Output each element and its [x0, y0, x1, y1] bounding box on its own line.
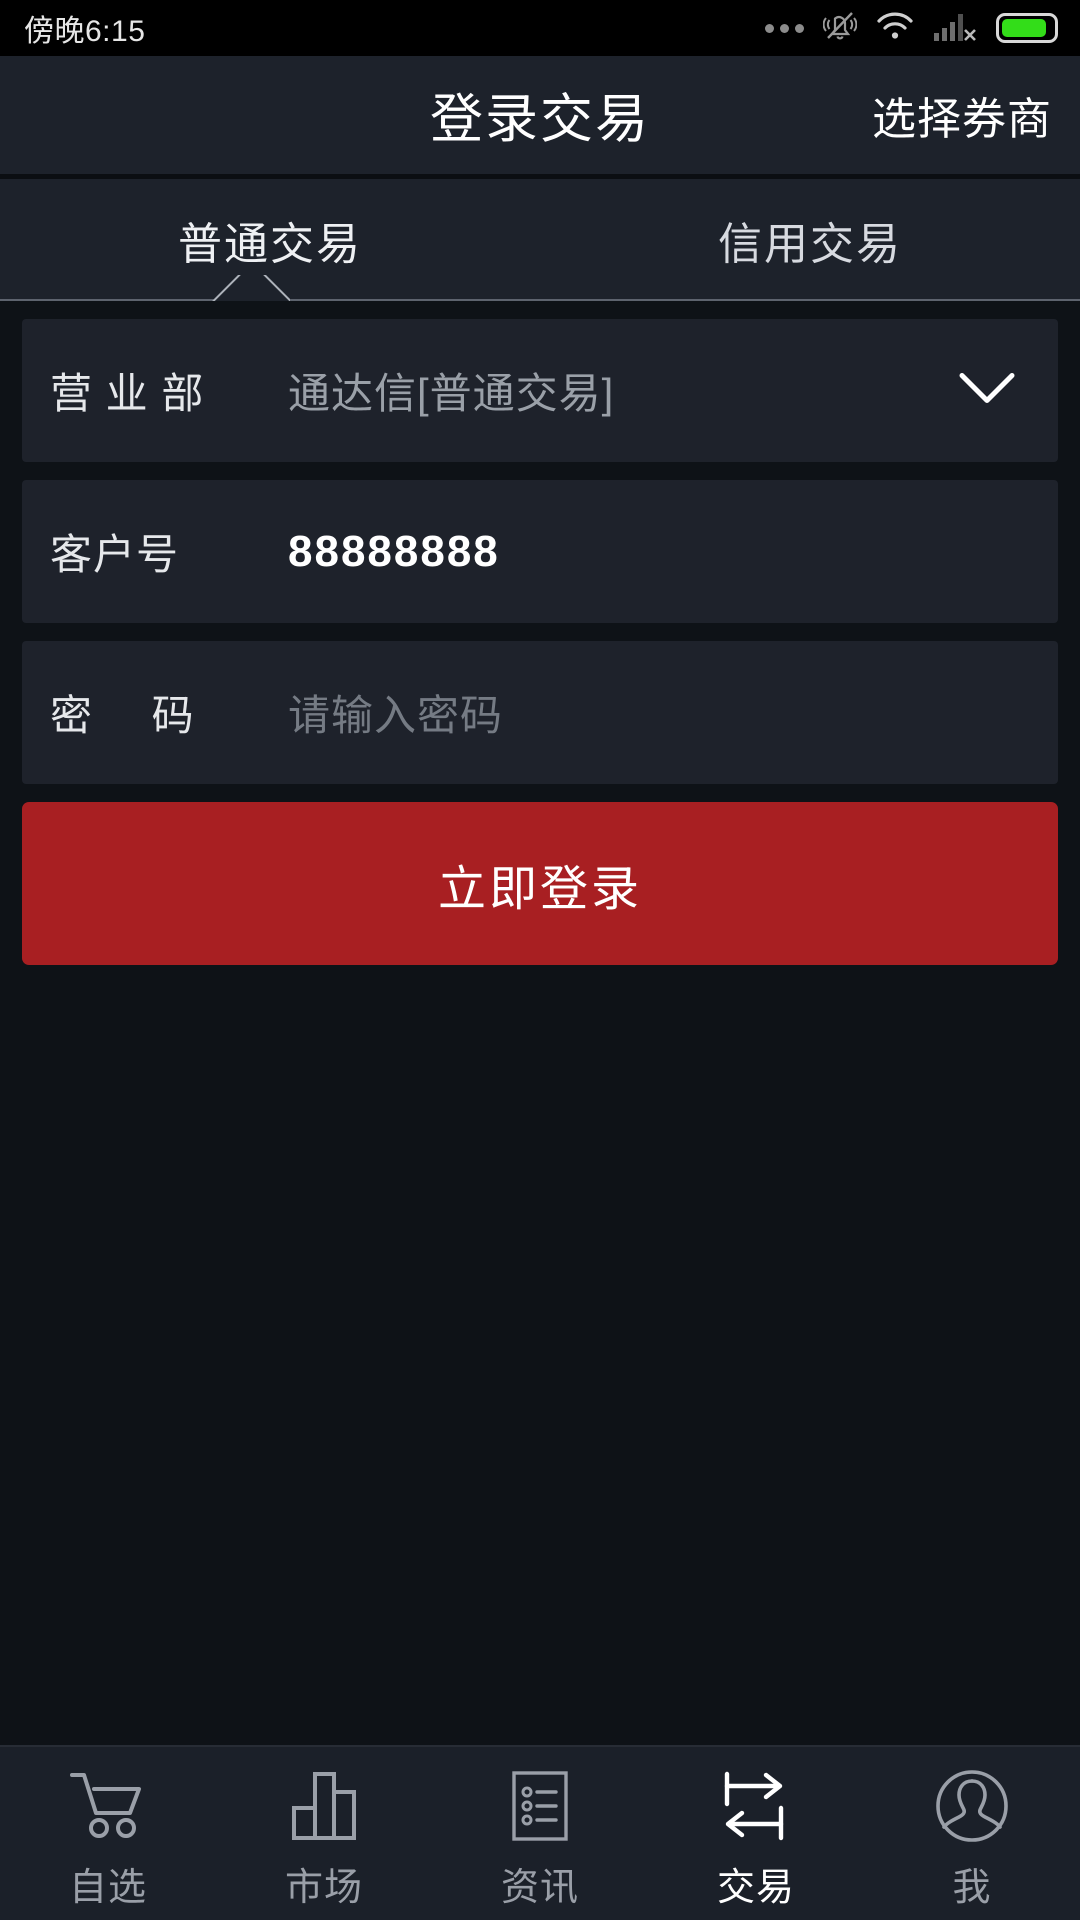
page-title: 登录交易 [430, 90, 650, 149]
branch-select-row[interactable]: 营 业 部 通达信[普通交易] [22, 319, 1058, 462]
nav-label-news: 资讯 [500, 1867, 579, 1909]
password-input[interactable]: 请输入密码 [288, 682, 503, 743]
more-dots-icon [765, 23, 804, 33]
status-time: 傍晚6:15 [24, 15, 146, 48]
app-header: 登录交易 选择券商 [0, 56, 1080, 174]
user-avatar-icon [934, 1767, 1010, 1845]
login-form: 营 业 部 通达信[普通交易] 客户号 88888888 密 码 请输入密码 [0, 301, 1080, 784]
branch-value: 通达信[普通交易] [288, 370, 615, 417]
password-label: 密 码 [50, 692, 218, 739]
client-number-input[interactable]: 88888888 [288, 527, 500, 577]
bell-muted-icon [822, 8, 858, 49]
status-bar: 傍晚6:15 [0, 0, 1080, 56]
nav-label-trade: 交易 [716, 1867, 795, 1909]
news-list-icon [504, 1767, 576, 1845]
cart-icon [66, 1767, 150, 1845]
nav-label-watchlist: 自选 [68, 1867, 147, 1909]
nav-label-market: 市场 [284, 1867, 363, 1909]
exchange-arrows-icon [718, 1767, 794, 1845]
password-row[interactable]: 密 码 请输入密码 [22, 641, 1058, 784]
bar-chart-icon [286, 1767, 362, 1845]
nav-item-watchlist[interactable]: 自选 [0, 1767, 216, 1911]
nav-item-news[interactable]: 资讯 [432, 1767, 648, 1911]
bottom-navigation: 自选 市场 资讯 交易 我 [0, 1745, 1080, 1920]
branch-label: 营 业 部 [50, 370, 205, 417]
tab-underline [0, 299, 1080, 301]
wifi-icon [876, 11, 914, 46]
nav-item-market[interactable]: 市场 [216, 1767, 432, 1911]
app-screen: 傍晚6:15 登录交易 选择券商 普通交易 信用交易 营 业 部 通达信[普通交… [0, 0, 1080, 1920]
battery-full-icon [996, 13, 1058, 43]
active-tab-indicator [212, 275, 290, 301]
signal-no-service-icon [933, 10, 977, 47]
client-number-label: 客户号 [50, 531, 180, 578]
status-icons [765, 8, 1058, 49]
client-number-row[interactable]: 客户号 88888888 [22, 480, 1058, 623]
trade-type-tabs: 普通交易 信用交易 [0, 179, 1080, 301]
nav-item-profile[interactable]: 我 [864, 1767, 1080, 1911]
select-broker-button[interactable]: 选择券商 [872, 83, 1052, 147]
login-button[interactable]: 立即登录 [22, 802, 1058, 965]
chevron-down-icon[interactable] [956, 369, 1018, 412]
nav-label-profile: 我 [952, 1867, 992, 1909]
nav-item-trade[interactable]: 交易 [648, 1767, 864, 1911]
tab-credit-trade[interactable]: 信用交易 [540, 179, 1080, 301]
